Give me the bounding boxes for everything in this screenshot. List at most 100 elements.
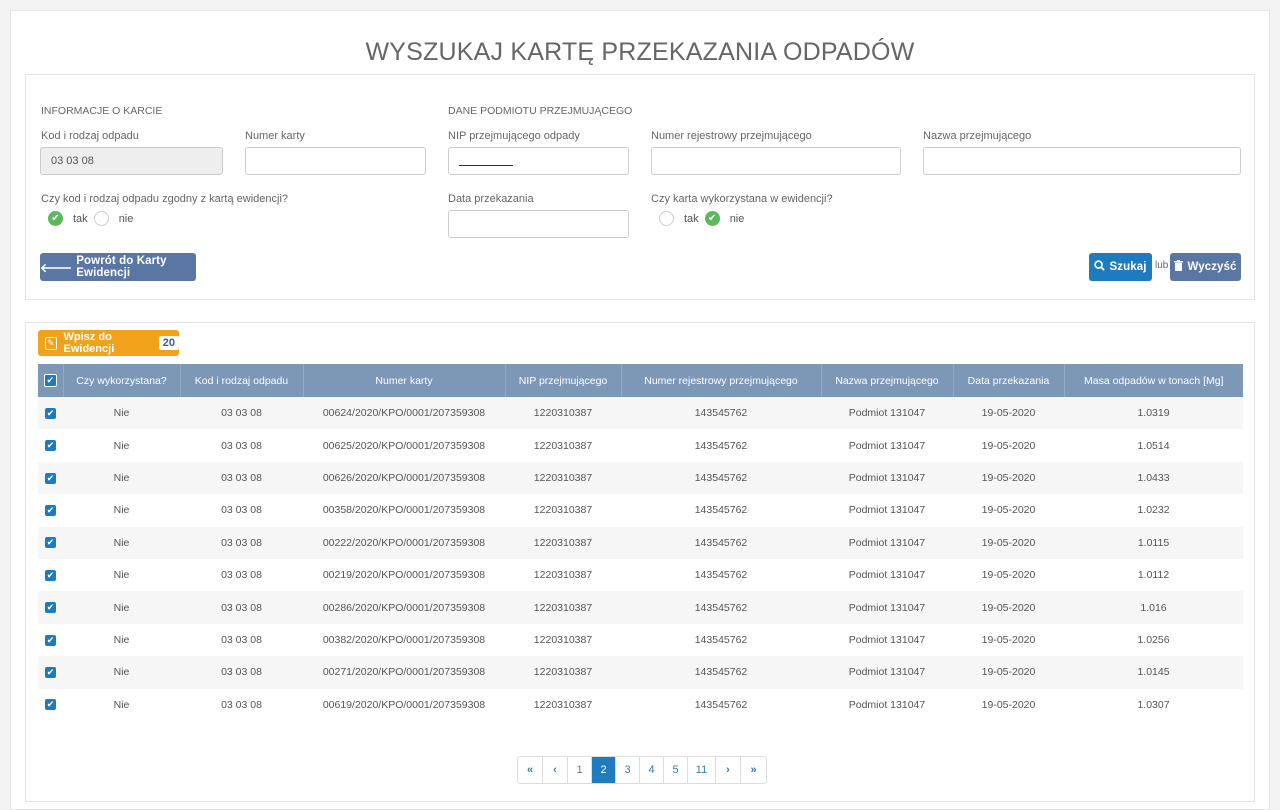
table-cell: 00358/2020/KPO/0001/207359308: [303, 494, 505, 527]
table-cell: 143545762: [621, 494, 821, 527]
table-cell: 19-05-2020: [953, 494, 1064, 527]
last-page-button[interactable]: »: [741, 757, 766, 783]
table-cell: Podmiot 131047: [821, 688, 953, 721]
nip-input[interactable]: [448, 147, 629, 175]
transfer-date-input[interactable]: [448, 210, 629, 238]
waste-code-label: Kod i rodzaj odpadu: [41, 130, 139, 142]
back-to-card-button[interactable]: 🡐 Powrót do Karty Ewidencji: [40, 253, 196, 281]
check-icon: ✔: [46, 699, 55, 710]
table-row[interactable]: ✔ Nie 03 03 08 00619/2020/KPO/0001/20735930…: [38, 688, 1243, 721]
check-icon: ✔: [46, 407, 55, 418]
table-cell: 03 03 08: [180, 688, 303, 721]
table-row[interactable]: ✔ Nie 03 03 08 00625/2020/KPO/0001/20735930…: [38, 429, 1243, 462]
column-header[interactable]: Numer rejestrowy przejmującego: [621, 364, 822, 397]
back-button-label: Powrót do Karty Ewidencji: [76, 255, 167, 279]
table-cell: 00625/2020/KPO/0001/207359308: [303, 429, 505, 462]
table-cell: 143545762: [621, 397, 821, 430]
table-row[interactable]: ✔ Nie 03 03 08 00286/2020/KPO/0001/20735930…: [38, 591, 1243, 624]
column-header[interactable]: Kod i rodzaj odpadu: [180, 364, 304, 397]
column-header[interactable]: Masa odpadów w tonach [Mg]: [1064, 364, 1243, 397]
row-checkbox[interactable]: ✔: [45, 699, 56, 711]
table-row[interactable]: ✔ Nie 03 03 08 00382/2020/KPO/0001/20735930…: [38, 623, 1243, 657]
receiver-name-input[interactable]: [923, 147, 1241, 175]
consistent-question: Czy kod i rodzaj odpadu zgodny z kartą e…: [41, 193, 289, 205]
check-icon: ✔: [51, 213, 60, 224]
row-checkbox[interactable]: ✔: [45, 667, 56, 679]
row-checkbox[interactable]: ✔: [45, 537, 56, 549]
check-icon: ✔: [46, 505, 55, 516]
waste-code-field: [40, 147, 223, 175]
row-select-cell: ✔: [38, 494, 63, 527]
clear-button[interactable]: Wyczyść: [1170, 253, 1241, 281]
table-row[interactable]: ✔ Nie 03 03 08 00626/2020/KPO/0001/20735930…: [38, 461, 1243, 495]
used-no-radio[interactable]: ✔: [704, 211, 720, 226]
page-button-2[interactable]: 2: [592, 757, 616, 783]
row-checkbox[interactable]: ✔: [45, 440, 56, 452]
first-page-button[interactable]: «: [518, 757, 543, 783]
column-header[interactable]: Data przekazania: [953, 364, 1065, 397]
column-header[interactable]: Numer karty: [303, 364, 506, 397]
select-all-cell: ✔: [38, 364, 64, 397]
table-cell: 00222/2020/KPO/0001/207359308: [303, 526, 505, 559]
row-checkbox[interactable]: ✔: [45, 407, 56, 419]
row-checkbox[interactable]: ✔: [45, 472, 56, 484]
select-all-checkbox[interactable]: ✔: [43, 374, 57, 387]
consistent-radio-group: ✔ tak nie: [48, 211, 145, 226]
table-cell: 00624/2020/KPO/0001/207359308: [303, 397, 505, 430]
search-button[interactable]: Szukaj: [1089, 253, 1152, 281]
table-cell: 1220310387: [505, 461, 621, 495]
table-cell: 19-05-2020: [953, 526, 1064, 559]
consistent-no-radio[interactable]: [93, 211, 109, 226]
column-header[interactable]: Nazwa przejmującego: [821, 364, 954, 397]
table-cell: 1.0319: [1064, 397, 1243, 430]
consistent-yes-radio[interactable]: ✔: [48, 211, 63, 226]
table-cell: 19-05-2020: [953, 558, 1064, 592]
table-cell: Nie: [63, 397, 180, 430]
table-row[interactable]: ✔ Nie 03 03 08 00219/2020/KPO/0001/20735930…: [38, 558, 1243, 592]
row-checkbox[interactable]: ✔: [45, 505, 56, 517]
row-checkbox[interactable]: ✔: [45, 602, 56, 614]
card-number-input[interactable]: [245, 147, 426, 175]
add-button-label: Wpisz do Ewidencji: [63, 331, 115, 355]
receiver-name-label: Nazwa przejmującego: [923, 130, 1032, 142]
table-cell: 03 03 08: [180, 429, 303, 462]
table-cell: 1.0256: [1064, 623, 1243, 657]
row-checkbox[interactable]: ✔: [45, 634, 56, 646]
page-button-4[interactable]: 4: [640, 757, 664, 783]
check-icon: ✔: [707, 213, 717, 224]
table-cell: 1.0115: [1064, 526, 1243, 559]
check-icon: ✔: [46, 375, 55, 385]
row-select-cell: ✔: [38, 656, 63, 689]
column-header[interactable]: NIP przejmującego: [505, 364, 622, 397]
table-row[interactable]: ✔ Nie 03 03 08 00222/2020/KPO/0001/20735930…: [38, 526, 1243, 559]
search-button-label: Szukaj: [1109, 261, 1147, 273]
table-cell: Nie: [63, 591, 180, 624]
add-to-register-button[interactable]: ✎ Wpisz do Ewidencji 20: [38, 330, 179, 356]
page-button-3[interactable]: 3: [616, 757, 640, 783]
table-cell: 00271/2020/KPO/0001/207359308: [303, 656, 505, 689]
table-cell: 143545762: [621, 461, 821, 495]
table-row[interactable]: ✔ Nie 03 03 08 00271/2020/KPO/0001/20735930…: [38, 656, 1243, 689]
page-button-5[interactable]: 5: [664, 757, 688, 783]
table-cell: 1.0232: [1064, 494, 1243, 527]
table-cell: 00219/2020/KPO/0001/207359308: [303, 558, 505, 592]
used-yes-radio[interactable]: [659, 211, 674, 226]
table-cell: 1.0514: [1064, 429, 1243, 462]
row-select-cell: ✔: [38, 429, 63, 462]
reg-number-input[interactable]: [651, 147, 901, 175]
page-button-11[interactable]: 11: [688, 757, 716, 783]
table-cell: 1220310387: [505, 558, 621, 592]
page-button-1[interactable]: 1: [568, 757, 592, 783]
check-icon: ✔: [46, 634, 55, 645]
table-cell: 1.016: [1064, 591, 1243, 624]
row-checkbox[interactable]: ✔: [45, 569, 56, 581]
table-body: ✔ Nie 03 03 08 00624/2020/KPO/0001/20735930…: [38, 397, 1243, 721]
table-row[interactable]: ✔ Nie 03 03 08 00624/2020/KPO/0001/20735930…: [38, 397, 1243, 430]
prev-page-button[interactable]: ‹: [543, 757, 568, 783]
next-page-button[interactable]: ›: [716, 757, 741, 783]
column-header[interactable]: Czy wykorzystana?: [63, 364, 181, 397]
table-cell: 1.0112: [1064, 558, 1243, 592]
table-row[interactable]: ✔ Nie 03 03 08 00358/2020/KPO/0001/20735930…: [38, 494, 1243, 527]
table-cell: Podmiot 131047: [821, 591, 953, 624]
row-select-cell: ✔: [38, 461, 63, 495]
